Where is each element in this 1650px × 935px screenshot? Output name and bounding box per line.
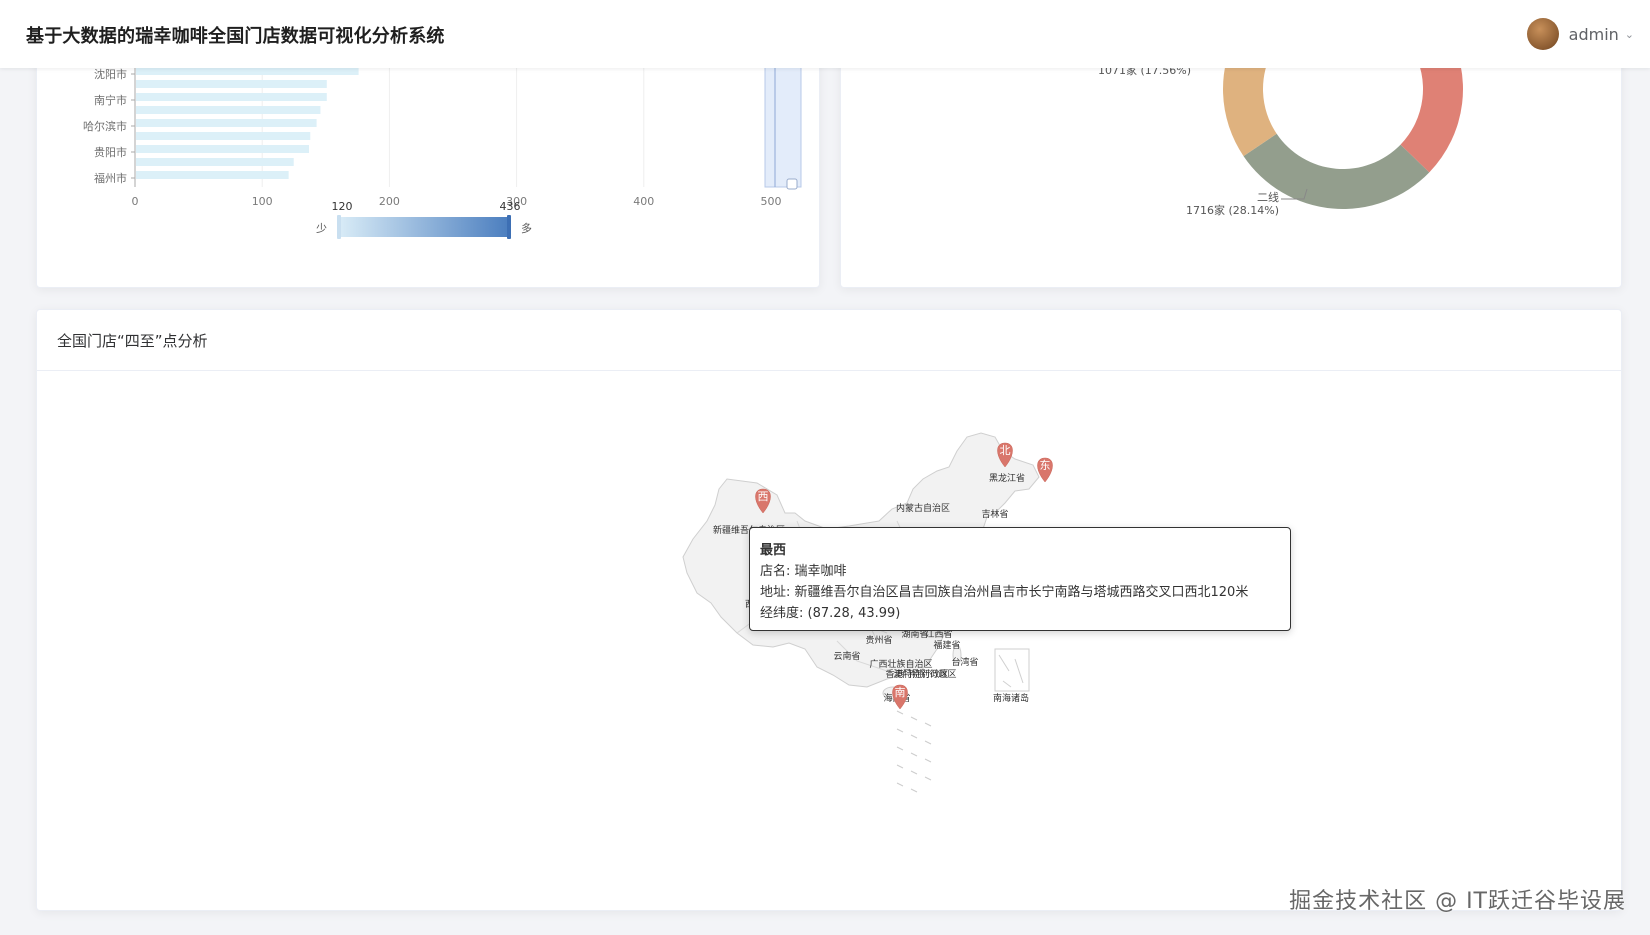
x-tick-label: 0 <box>132 195 139 208</box>
tooltip-address: 地址: 新疆维吾尔自治区昌吉回族自治州昌吉市长宁南路与塔城西路交叉口西北120米 <box>760 585 1249 600</box>
island-dash <box>910 716 918 721</box>
y-tick-label: 贵阳市 <box>94 145 127 159</box>
island-dash <box>910 734 918 739</box>
avatar[interactable] <box>1526 18 1559 50</box>
island-dash <box>896 764 904 769</box>
app-header: 基于大数据的瑞幸咖啡全国门店数据可视化分析系统 admin ⌄ <box>0 0 1650 68</box>
city-store-bar-card: 0 100 200 300 400 500 沈阳市 南宁市 哈尔滨市 贵阳市 福州市少多 120 436 <box>36 50 820 288</box>
region-label: 内蒙古自治区 <box>896 502 950 514</box>
region-label: 吉林省 <box>981 508 1008 520</box>
island-dash <box>924 722 932 727</box>
chevron-down-icon[interactable]: ⌄ <box>1625 28 1634 41</box>
island-dash <box>924 758 932 763</box>
tooltip-coords: 经纬度: (87.28, 43.99) <box>760 606 901 621</box>
tooltip-store: 店名: 瑞幸咖啡 <box>760 564 847 579</box>
visual-map-handle-high <box>507 215 511 239</box>
region-label: 台湾省 <box>951 656 978 668</box>
region-label: 黑龙江省 <box>989 472 1025 484</box>
region-label: 福建省 <box>933 639 960 651</box>
app-title: 基于大数据的瑞幸咖啡全国门店数据可视化分析系统 <box>26 26 445 47</box>
visual-map-max-label: 多 <box>521 221 532 235</box>
y-tick-label: 哈尔滨市 <box>83 119 127 133</box>
island-dash <box>896 728 904 733</box>
x-tick-label: 500 <box>761 195 782 208</box>
bar <box>136 93 327 101</box>
bar <box>136 171 289 179</box>
island-dash <box>910 752 918 757</box>
map-card-header: 全国门店“四至”点分析 <box>37 310 1621 371</box>
y-tick-label: 南宁市 <box>94 93 127 107</box>
visual-map-min-label: 少 <box>316 222 327 235</box>
island-dash <box>924 776 932 781</box>
island-dash <box>896 782 904 787</box>
bar <box>136 119 317 127</box>
x-tick-label: 100 <box>252 195 273 208</box>
island-dash <box>924 740 932 745</box>
user-menu[interactable]: admin ⌄ <box>1526 17 1634 51</box>
map-tooltip: 最西 店名: 瑞幸咖啡 地址: 新疆维吾尔自治区昌吉回族自治州昌吉市长宁南路与塔… <box>749 527 1291 631</box>
bar <box>136 132 311 140</box>
bar <box>136 67 359 75</box>
slice-value-label: 1716家 (28.14%) <box>1186 203 1279 217</box>
map-pin-label: 北 <box>1000 444 1011 457</box>
map-pin-label: 南 <box>895 686 906 699</box>
x-tick-label: 200 <box>379 195 400 208</box>
island-dash <box>896 710 904 715</box>
username[interactable]: admin <box>1569 25 1619 44</box>
map-pin-label: 东 <box>1040 459 1051 472</box>
region-label: 贵州省 <box>865 634 892 646</box>
map-pin-label: 西 <box>758 490 769 503</box>
south-sea-islands-inset <box>994 648 1030 692</box>
island-dash <box>896 746 904 751</box>
region-label: 广西壮族自治区 <box>869 658 932 670</box>
visual-map-bar <box>339 217 509 237</box>
datazoom-slider <box>764 51 802 188</box>
slice-label: 二线 <box>1257 190 1279 204</box>
visual-map-handle-low <box>337 215 341 239</box>
island-dash <box>910 788 918 793</box>
bar <box>136 106 321 114</box>
bar <box>136 80 327 88</box>
city-bar-chart: 0 100 200 300 400 500沈阳市南宁市哈尔滨市贵阳市福州市少 多120 436 <box>83 51 802 239</box>
region-label: 澳门特别行政区 <box>893 668 956 680</box>
tooltip-title: 最西 <box>760 543 787 558</box>
visual-map-range-high: 436 <box>500 200 521 213</box>
map-card-title: 全国门店“四至”点分析 <box>57 331 208 350</box>
region-label: 云南省 <box>833 650 860 662</box>
y-tick-label: 沈阳市 <box>94 67 127 81</box>
visual-map-range-low: 120 <box>332 200 353 213</box>
y-tick-label: 福州市 <box>94 171 127 185</box>
bar <box>136 145 309 153</box>
bar <box>136 158 294 166</box>
watermark: 掘金技术社区 @ IT跃迁谷毕设展 <box>1289 889 1626 914</box>
x-tick-label: 400 <box>633 195 654 208</box>
china-map[interactable]: 黑龙江省内蒙古自治区吉林省新疆维吾尔自治区西藏自治浙江省湖南省江西省贵州省福建省… <box>37 371 1621 910</box>
region-label: 南海诸岛 <box>993 692 1029 704</box>
datazoom-handle <box>786 178 798 190</box>
island-dash <box>910 770 918 775</box>
city-tier-pie-card: 二线 1716家 (28.14%) 1071家 (17.56%) <box>840 50 1622 288</box>
city-tier-donut-chart: 二线1716家 (28.14%)1071家 (17.56%) <box>1098 51 1463 217</box>
